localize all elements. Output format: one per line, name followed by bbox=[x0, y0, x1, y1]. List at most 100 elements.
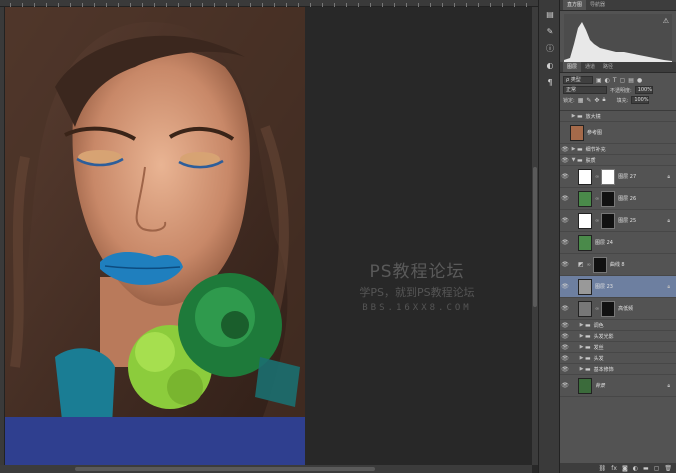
visibility-eye-icon[interactable]: 👁︎ bbox=[560, 355, 570, 362]
layer-mask-thumbnail[interactable] bbox=[592, 256, 607, 273]
layer-name[interactable]: 放大镜 bbox=[586, 113, 601, 120]
layer-thumbnail[interactable] bbox=[578, 212, 592, 229]
layer-name[interactable]: 肤质 bbox=[586, 157, 596, 164]
layer-row[interactable]: 👁︎ ▶ ▬ 发丝 bbox=[560, 342, 676, 353]
layer-name[interactable]: 图层 25 bbox=[618, 217, 636, 224]
layer-row[interactable]: 👁︎ ▶ ▬ 头发 bbox=[560, 353, 676, 364]
layer-name[interactable]: 背景 bbox=[595, 382, 605, 389]
expand-triangle-icon[interactable]: ▶ bbox=[578, 344, 585, 350]
layer-row[interactable]: 👁︎ ▶ ▬ 细节补充 bbox=[560, 144, 676, 155]
opacity-input[interactable]: 100% bbox=[634, 86, 653, 94]
horizontal-scrollbar[interactable] bbox=[5, 465, 532, 473]
tab-channels[interactable]: 通道 bbox=[581, 62, 599, 72]
layer-name[interactable]: 细节补充 bbox=[586, 146, 606, 153]
layer-name[interactable]: 图层 27 bbox=[618, 173, 636, 180]
layer-name[interactable]: 曲线 8 bbox=[610, 261, 625, 268]
layer-row[interactable]: 参考图 bbox=[560, 122, 676, 144]
pixel-filter-icon[interactable]: ▣ bbox=[596, 77, 602, 84]
layer-mask-thumbnail[interactable] bbox=[601, 300, 616, 317]
layer-name[interactable]: 参考图 bbox=[587, 129, 602, 136]
layer-thumbnail[interactable] bbox=[578, 190, 592, 207]
layer-mask-thumbnail[interactable] bbox=[601, 190, 616, 207]
lock-image-icon[interactable]: ✎ bbox=[586, 97, 591, 104]
history-icon[interactable]: ▤ bbox=[545, 10, 555, 20]
visibility-eye-icon[interactable]: 👁︎ bbox=[560, 261, 570, 268]
group-icon[interactable]: ▬ bbox=[643, 465, 649, 472]
adjust-icon[interactable]: ◐ bbox=[545, 61, 555, 71]
layer-name[interactable]: 图层 23 bbox=[595, 283, 613, 290]
trash-icon[interactable]: 🗑︎ bbox=[664, 465, 672, 472]
visibility-eye-icon[interactable]: 👁︎ bbox=[560, 322, 570, 329]
layer-thumbnail[interactable] bbox=[570, 124, 584, 141]
layer-row[interactable]: 👁︎ ∞ 图层 27 🔒︎ bbox=[560, 166, 676, 188]
lock-position-icon[interactable]: ✥ bbox=[594, 97, 599, 104]
tab-layers[interactable]: 图层 bbox=[563, 62, 582, 72]
fx-icon[interactable]: fx bbox=[611, 465, 617, 472]
layer-row[interactable]: 👁︎ ▶ ▬ 基本修饰 bbox=[560, 364, 676, 375]
warning-icon[interactable]: ⚠ bbox=[663, 17, 669, 25]
layer-name[interactable]: 头发 bbox=[594, 355, 604, 362]
mask-link-icon[interactable]: ∞ bbox=[595, 218, 599, 224]
visibility-eye-icon[interactable]: 👁︎ bbox=[560, 239, 570, 246]
layer-name[interactable]: 图层 26 bbox=[618, 195, 636, 202]
layer-thumbnail[interactable] bbox=[578, 168, 592, 185]
adjustment-filter-icon[interactable]: ◐ bbox=[605, 77, 610, 84]
layer-thumbnail[interactable] bbox=[578, 234, 592, 251]
layer-thumbnail[interactable] bbox=[578, 377, 592, 394]
document-canvas[interactable]: PS教程论坛 学PS，就到PS教程论坛 BBS.16XX8.COM bbox=[5, 7, 532, 465]
visibility-eye-icon[interactable]: 👁︎ bbox=[560, 305, 570, 312]
type-filter-icon[interactable]: T bbox=[613, 77, 617, 84]
collapse-triangle-icon[interactable]: ▼ bbox=[570, 157, 577, 163]
mask-link-icon[interactable]: ∞ bbox=[587, 262, 591, 268]
layer-name[interactable]: 发丝 bbox=[594, 344, 604, 351]
layer-name[interactable]: 头发光影 bbox=[594, 333, 614, 340]
layer-row[interactable]: 👁︎ 背景 🔒︎ bbox=[560, 375, 676, 397]
blend-mode-select[interactable]: 正常 bbox=[563, 86, 607, 94]
layer-row[interactable]: 👁︎ ∞ 图层 25 🔒︎ bbox=[560, 210, 676, 232]
expand-triangle-icon[interactable]: ▶ bbox=[578, 355, 585, 361]
visibility-eye-icon[interactable]: 👁︎ bbox=[560, 366, 570, 373]
layer-name[interactable]: 调色 bbox=[594, 322, 604, 329]
lock-all-icon[interactable]: 🔒︎ bbox=[602, 96, 605, 104]
layer-name[interactable]: 高低频 bbox=[618, 305, 633, 312]
visibility-eye-icon[interactable]: 👁︎ bbox=[560, 173, 570, 180]
visibility-eye-icon[interactable]: 👁︎ bbox=[560, 344, 570, 351]
layer-row[interactable]: 👁︎ 图层 23 🔒︎ bbox=[560, 276, 676, 298]
layer-mask-thumbnail[interactable] bbox=[601, 212, 616, 229]
mask-link-icon[interactable]: ∞ bbox=[595, 174, 599, 180]
mask-link-icon[interactable]: ∞ bbox=[595, 196, 599, 202]
visibility-eye-icon[interactable]: 👁︎ bbox=[560, 217, 570, 224]
layer-name[interactable]: 图层 24 bbox=[595, 239, 613, 246]
expand-triangle-icon[interactable]: ▶ bbox=[578, 366, 585, 372]
visibility-eye-icon[interactable]: 👁︎ bbox=[560, 333, 570, 340]
brush-icon[interactable]: ✎ bbox=[545, 27, 555, 37]
info-icon[interactable]: ⓘ bbox=[545, 44, 555, 54]
smart-filter-icon[interactable]: ▤ bbox=[628, 77, 634, 84]
layer-row[interactable]: 👁︎ 图层 24 bbox=[560, 232, 676, 254]
visibility-eye-icon[interactable]: 👁︎ bbox=[560, 283, 570, 290]
mask-icon[interactable]: ◙ bbox=[622, 465, 628, 472]
visibility-eye-icon[interactable]: 👁︎ bbox=[560, 195, 570, 202]
layer-row[interactable]: 👁︎ ▶ ▬ 头发光影 bbox=[560, 331, 676, 342]
layer-row[interactable]: 👁︎ ▼ ▬ 肤质 bbox=[560, 155, 676, 166]
kind-filter-select[interactable]: ρ 类型 bbox=[563, 76, 593, 84]
layer-row[interactable]: 👁︎ ◩ ∞ 曲线 8 bbox=[560, 254, 676, 276]
visibility-eye-icon[interactable]: 👁︎ bbox=[560, 157, 570, 164]
scroll-thumb[interactable] bbox=[533, 167, 537, 307]
new-layer-icon[interactable]: ▢ bbox=[654, 465, 660, 472]
layer-thumbnail[interactable] bbox=[578, 278, 592, 295]
layer-row[interactable]: ▶ ▬ 放大镜 bbox=[560, 111, 676, 122]
link-icon[interactable]: ⛓ bbox=[599, 465, 607, 472]
mask-link-icon[interactable]: ∞ bbox=[595, 306, 599, 312]
shape-filter-icon[interactable]: ▢ bbox=[620, 77, 626, 84]
curves-adjustment-icon[interactable]: ◩ bbox=[578, 261, 584, 268]
visibility-eye-icon[interactable]: 👁︎ bbox=[560, 146, 570, 153]
fill-input[interactable]: 100% bbox=[631, 96, 650, 104]
adjustment-icon[interactable]: ◐ bbox=[633, 465, 638, 472]
expand-triangle-icon[interactable]: ▶ bbox=[578, 322, 585, 328]
layer-row[interactable]: 👁︎ ∞ 高低频 bbox=[560, 298, 676, 320]
paragraph-icon[interactable]: ¶ bbox=[545, 78, 555, 88]
expand-triangle-icon[interactable]: ▶ bbox=[570, 113, 577, 119]
tab-navigator[interactable]: 导航器 bbox=[586, 0, 609, 10]
lock-transparent-icon[interactable]: ▦ bbox=[578, 97, 584, 104]
